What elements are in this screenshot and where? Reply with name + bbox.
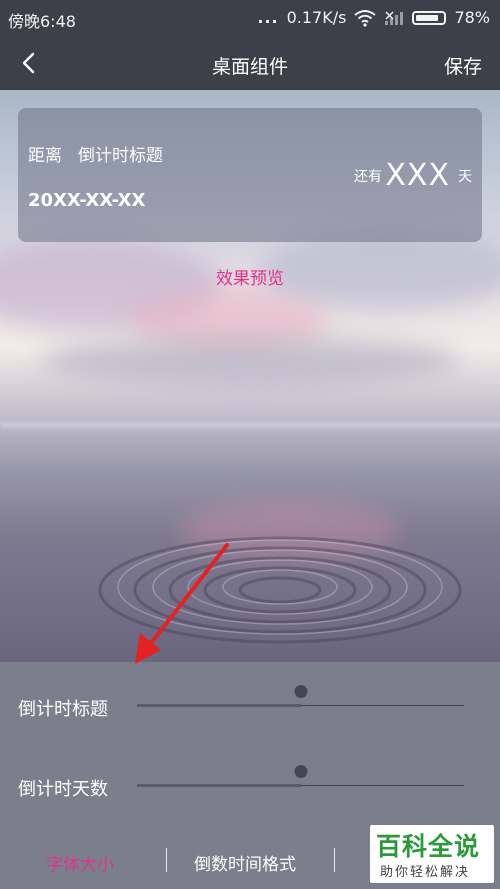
slider-fill [137, 784, 301, 787]
status-right: ... 0.17K/s 78% [257, 8, 490, 27]
more-dots: ... [257, 8, 279, 27]
save-button[interactable]: 保存 [444, 52, 482, 79]
tab-font-size[interactable]: 字体大小 [46, 850, 114, 875]
network-speed: 0.17K/s [286, 8, 347, 27]
target-date: 20XX-XX-XX [28, 190, 146, 211]
tab-divider [334, 848, 335, 872]
slider-fill [137, 704, 301, 707]
countdown-widget-preview: 距离 倒计时标题 20XX-XX-XX 还有 XXX 天 [18, 108, 482, 242]
wifi-icon [354, 9, 377, 27]
signal-icon [385, 10, 404, 25]
countdown-title: 倒计时标题 [78, 146, 163, 166]
title-font-size-slider[interactable] [137, 685, 464, 716]
tab-divider [166, 848, 167, 872]
battery-icon [412, 10, 447, 25]
days-font-size-slider[interactable] [137, 765, 464, 796]
battery-percent: 78% [454, 8, 490, 27]
top-navigation-bar: 桌面组件 保存 [0, 36, 500, 90]
slider-thumb[interactable] [294, 765, 307, 778]
title-font-size-label: 倒计时标题 [18, 699, 108, 720]
preview-label: 效果预览 [216, 269, 284, 289]
page-title: 桌面组件 [211, 56, 288, 78]
status-bar: 傍晚6:48 ... 0.17K/s 78% [0, 0, 500, 36]
tab-countdown-format[interactable]: 倒数时间格式 [194, 850, 296, 875]
watermark-logo: 百科全说 助你轻松解决 [370, 825, 494, 883]
distance-label: 距离 [28, 146, 62, 166]
days-remaining-value: XXX [385, 158, 450, 193]
status-time: 傍晚6:48 [8, 12, 76, 31]
watermark-main-text: 百科全说 [376, 832, 481, 861]
watermark-sub-text: 助你轻松解决 [380, 865, 471, 880]
days-font-size-label: 倒计时天数 [18, 779, 108, 800]
day-unit-label: 天 [458, 169, 472, 185]
slider-thumb[interactable] [294, 685, 307, 698]
remaining-label: 还有 [354, 169, 382, 185]
